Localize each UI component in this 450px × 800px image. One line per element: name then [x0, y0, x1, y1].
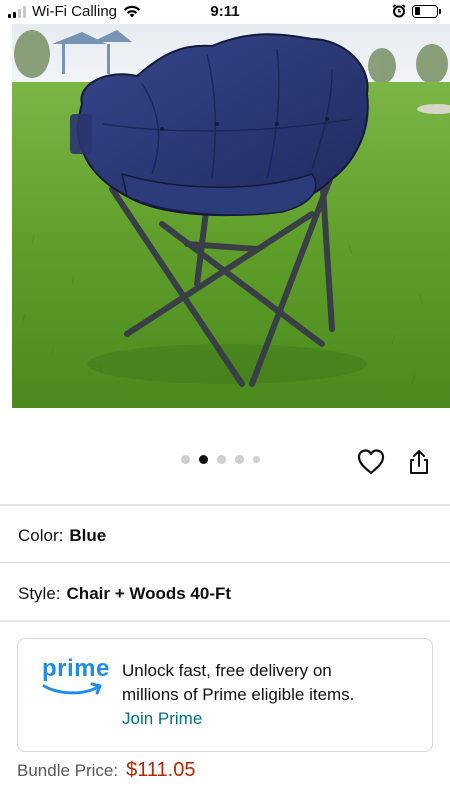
- style-variation-row[interactable]: Style: Chair + Woods 40-Ft: [18, 584, 231, 604]
- join-prime-link[interactable]: Join Prime: [122, 707, 422, 731]
- divider: [0, 504, 450, 506]
- carousel-dot[interactable]: [253, 456, 260, 463]
- carousel-dot[interactable]: [235, 455, 244, 464]
- bundle-price-value: $111.05: [126, 759, 196, 781]
- bundle-price-label: Bundle Price:: [17, 761, 119, 780]
- status-time: 9:11: [210, 3, 240, 20]
- prime-logo: prime: [42, 655, 110, 701]
- product-image[interactable]: [12, 24, 450, 408]
- heart-icon: [357, 449, 385, 475]
- divider: [0, 620, 450, 622]
- prime-smile-icon: [42, 682, 102, 695]
- add-to-wishlist-button[interactable]: [356, 448, 386, 476]
- prime-message-line2: millions of Prime eligible items.: [122, 685, 355, 704]
- status-bar: Wi-Fi Calling 9:11: [0, 0, 450, 24]
- color-value: Blue: [69, 526, 107, 545]
- divider: [0, 562, 450, 563]
- bundle-price-row: Bundle Price: $111.05: [17, 759, 195, 782]
- status-right: [392, 4, 441, 18]
- prime-message-line1: Unlock fast, free delivery on: [122, 661, 332, 680]
- alarm-icon: [392, 4, 406, 18]
- chair-photo: [12, 24, 450, 408]
- carousel-dot-active[interactable]: [199, 455, 208, 464]
- color-variation-row[interactable]: Color: Blue: [18, 526, 106, 546]
- carousel-dot[interactable]: [217, 455, 226, 464]
- image-carousel-indicator[interactable]: [181, 455, 260, 464]
- style-value: Chair + Woods 40-Ft: [66, 584, 232, 603]
- share-icon: [410, 450, 428, 474]
- style-label: Style:: [18, 584, 61, 603]
- share-button[interactable]: [405, 448, 433, 476]
- prime-logo-text: prime: [42, 655, 110, 682]
- carousel-dot[interactable]: [181, 455, 190, 464]
- prime-promo-card[interactable]: prime Unlock fast, free delivery on mill…: [17, 638, 433, 752]
- battery-level: [414, 7, 420, 15]
- color-label: Color:: [18, 526, 64, 545]
- battery-icon: [412, 4, 441, 18]
- prime-message: Unlock fast, free delivery on millions o…: [122, 659, 422, 731]
